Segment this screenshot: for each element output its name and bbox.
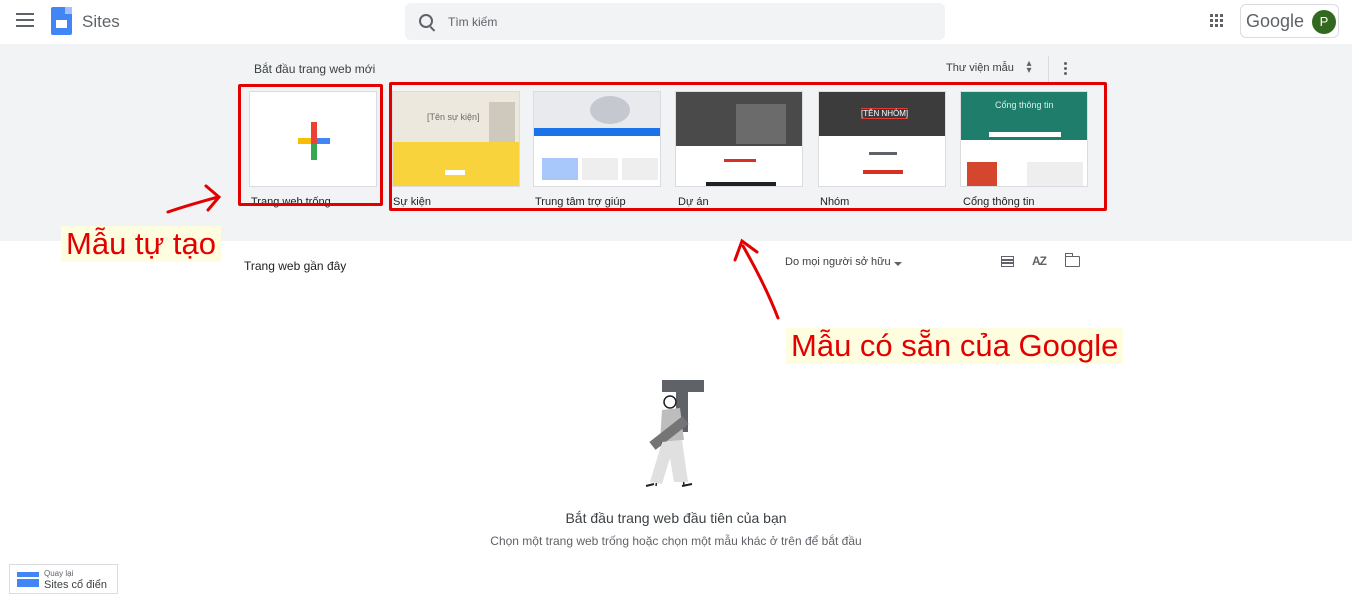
recent-sites-title: Trang web gần đây: [244, 259, 347, 273]
expand-collapse-icon[interactable]: ▴ ▾: [1024, 59, 1034, 76]
template-gallery-button[interactable]: Thư viện mẫu: [946, 62, 1014, 74]
annotation-google-templates: Mẫu có sẵn của Google: [786, 328, 1124, 364]
classic-sites-icon: [17, 572, 39, 587]
annotation-arrow-google: [733, 238, 780, 320]
sites-logo-icon[interactable]: [51, 7, 72, 35]
search-input[interactable]: Tìm kiếm: [448, 15, 497, 29]
google-apps-icon[interactable]: [1210, 14, 1223, 27]
empty-state-subtitle: Chọn một trang web trống hoặc chọn một m…: [490, 534, 862, 548]
empty-state-title: Bắt đầu trang web đầu tiên của bạn: [565, 510, 787, 526]
list-view-icon[interactable]: [1001, 256, 1014, 267]
google-logo-text: Google: [1246, 11, 1305, 31]
app-name[interactable]: Sites: [82, 12, 120, 32]
classic-back-label: Quay lại: [44, 569, 74, 578]
section-title: Bắt đầu trang web mới: [254, 62, 376, 76]
classic-sites-label: Sites cổ điển: [44, 579, 107, 591]
annotation-custom-template: Mẫu tự tạo: [61, 226, 221, 262]
search-icon[interactable]: [419, 14, 433, 28]
main-menu-icon[interactable]: [16, 13, 34, 29]
owner-filter-dropdown[interactable]: Do mọi người sở hữu: [785, 256, 891, 268]
sort-az-icon[interactable]: AZ: [1032, 254, 1047, 268]
search-box[interactable]: Tìm kiếm: [405, 3, 945, 40]
top-app-bar: Sites Tìm kiếm Google P: [0, 0, 1359, 44]
avatar[interactable]: P: [1312, 10, 1336, 34]
dropdown-arrow-icon[interactable]: [894, 262, 902, 266]
classic-sites-button[interactable]: Quay lại Sites cổ điển: [9, 564, 118, 594]
more-options-icon[interactable]: [1064, 62, 1068, 78]
annotation-box-google: [389, 82, 1107, 211]
divider: [1048, 56, 1049, 82]
empty-state-illustration: [645, 380, 704, 487]
folder-icon[interactable]: [1064, 253, 1080, 267]
annotation-box-custom: [238, 84, 383, 206]
annotation-arrow-custom: [166, 184, 222, 214]
account-switcher[interactable]: Google P: [1240, 4, 1339, 38]
